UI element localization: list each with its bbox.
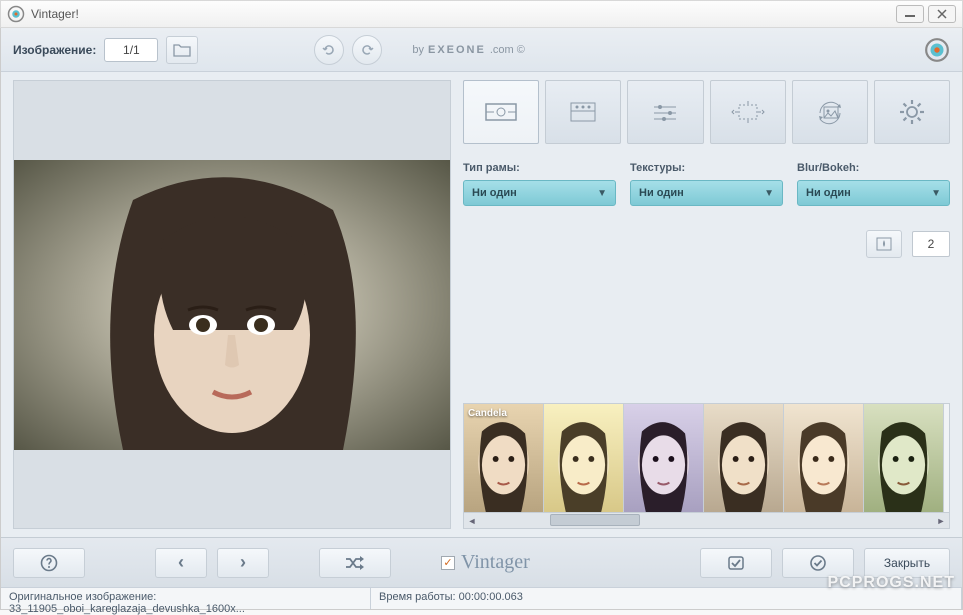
tab-rotate[interactable] <box>792 80 868 144</box>
blur-label: Blur/Bokeh: <box>797 162 950 174</box>
status-time-value: 00:00:00.063 <box>459 591 523 603</box>
status-bar: Оригинальное изображение: 33_11905_oboi_… <box>1 587 962 609</box>
blur-dropdown[interactable]: Ни один ▼ <box>797 180 950 206</box>
apply-button[interactable] <box>700 548 772 578</box>
top-toolbar: Изображение: 1/1 by EXEONE .com © <box>1 28 962 72</box>
tab-sliders[interactable] <box>627 80 703 144</box>
bottom-bar: ‹ › ✓ Vintager Закрыть <box>1 537 962 587</box>
undo-button[interactable] <box>314 35 344 65</box>
image-counter: 1/1 <box>104 38 158 62</box>
intensity-input[interactable]: 2 <box>912 231 950 257</box>
preview-pane <box>13 80 451 529</box>
scroll-track[interactable] <box>480 513 933 528</box>
vintager-script-label: Vintager <box>461 551 530 574</box>
app-body: Изображение: 1/1 by EXEONE .com © <box>0 28 963 610</box>
scroll-right-icon[interactable]: ► <box>933 513 949 528</box>
secondary-controls: 2 <box>463 230 950 258</box>
window-title: Vintager! <box>31 7 892 21</box>
open-folder-button[interactable] <box>166 36 198 64</box>
shuffle-button[interactable] <box>319 548 391 578</box>
vintager-checkbox[interactable]: ✓ <box>441 556 455 570</box>
filmstrip-body: Candela <box>463 403 950 513</box>
frame-control: Тип рамы: Ни один ▼ <box>463 162 616 206</box>
blur-value: Ни один <box>806 187 851 199</box>
tab-frames[interactable] <box>463 80 539 144</box>
blur-control: Blur/Bokeh: Ни один ▼ <box>797 162 950 206</box>
prev-button[interactable]: ‹ <box>155 548 207 578</box>
close-app-button[interactable]: Закрыть <box>864 548 950 578</box>
redo-button[interactable] <box>352 35 382 65</box>
next-button[interactable]: › <box>217 548 269 578</box>
close-button[interactable] <box>928 5 956 23</box>
texture-control: Текстуры: Ни один ▼ <box>630 162 783 206</box>
tools-pane: Тип рамы: Ни один ▼ Текстуры: Ни один ▼ … <box>463 80 950 529</box>
frame-label: Тип рамы: <box>463 162 616 174</box>
scroll-thumb[interactable] <box>550 514 640 526</box>
color-tint-button[interactable] <box>866 230 902 258</box>
frame-dropdown[interactable]: Ни один ▼ <box>463 180 616 206</box>
preview-image[interactable] <box>14 160 450 450</box>
preset-thumb[interactable] <box>624 404 704 512</box>
main-content: Тип рамы: Ни один ▼ Текстуры: Ни один ▼ … <box>1 72 962 537</box>
brand-credit: by EXEONE .com © <box>412 44 524 56</box>
tool-tabs <box>463 80 950 144</box>
preset-label: Candela <box>468 408 507 419</box>
help-button[interactable] <box>13 548 85 578</box>
chevron-down-icon: ▼ <box>931 188 941 199</box>
watermark: PCPROGS.NET <box>828 574 955 592</box>
chevron-down-icon: ▼ <box>597 188 607 199</box>
close-label: Закрыть <box>884 556 930 570</box>
tab-adjustments[interactable] <box>545 80 621 144</box>
app-icon <box>7 5 25 23</box>
tab-crop[interactable] <box>710 80 786 144</box>
brand-name: EXEONE <box>428 44 486 56</box>
status-original-value: 33_11905_oboi_kareglazaja_devushka_1600x… <box>9 603 245 615</box>
chevron-down-icon: ▼ <box>764 188 774 199</box>
filmstrip-scrollbar[interactable]: ◄ ► <box>463 513 950 529</box>
minimize-button[interactable] <box>896 5 924 23</box>
texture-dropdown[interactable]: Ни один ▼ <box>630 180 783 206</box>
controls-row: Тип рамы: Ни один ▼ Текстуры: Ни один ▼ … <box>463 162 950 206</box>
status-original-label: Оригинальное изображение: <box>9 591 156 603</box>
preset-thumb[interactable] <box>784 404 864 512</box>
frame-value: Ни один <box>472 187 517 199</box>
preset-thumb[interactable]: Candela <box>464 404 544 512</box>
tab-settings[interactable] <box>874 80 950 144</box>
preset-thumb[interactable] <box>864 404 944 512</box>
confirm-button[interactable] <box>782 548 854 578</box>
texture-value: Ни один <box>639 187 684 199</box>
preset-thumb[interactable] <box>704 404 784 512</box>
texture-label: Текстуры: <box>630 162 783 174</box>
preset-thumb[interactable] <box>544 404 624 512</box>
brand-logo-icon <box>924 37 950 63</box>
titlebar: Vintager! <box>0 0 963 28</box>
filmstrip: Candela <box>463 403 950 529</box>
status-original: Оригинальное изображение: 33_11905_oboi_… <box>1 588 371 609</box>
vintager-toggle: ✓ Vintager <box>441 551 530 574</box>
brand-by: by <box>412 44 424 56</box>
brand-suffix: .com © <box>490 44 525 56</box>
scroll-left-icon[interactable]: ◄ <box>464 513 480 528</box>
status-time-label: Время работы: <box>379 591 456 603</box>
image-label: Изображение: <box>13 43 96 57</box>
